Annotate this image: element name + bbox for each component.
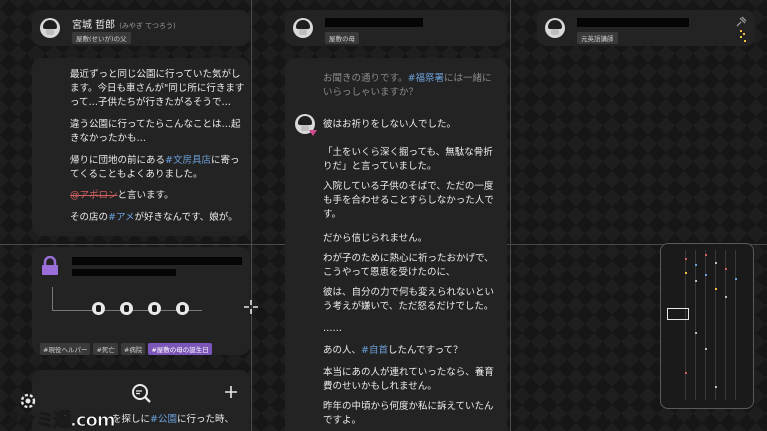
message-text: 彼は、自分の力で何も変えられないという考えが嫌いで、ただ怒るだけでした。 <box>323 287 495 312</box>
redacted-subtitle <box>72 269 176 276</box>
minimap-marker <box>695 280 697 282</box>
redacted-name <box>325 18 423 27</box>
message-text: 違う公園に行ってたらこんなことは…起きなかったかも… <box>70 119 241 144</box>
tag-list: #現役ヘルパー #死亡 #病院 #屋敷の母の誕生日 <box>40 337 215 356</box>
code-dial[interactable] <box>176 302 189 315</box>
minimap-marker <box>705 348 707 350</box>
keyword-link[interactable]: #アメ <box>108 212 135 223</box>
character-card-mother[interactable]: 屋敷の母 <box>285 10 507 46</box>
minimap-marker <box>715 386 717 388</box>
minimap-marker <box>715 288 717 290</box>
message-text: その店の#アメが好きなんです、娘が。 <box>70 212 238 223</box>
crosshair-cursor-icon <box>244 300 258 314</box>
message-text: 本当にあの人が連れていったなら、養育費のせいかもしれません。 <box>323 367 494 392</box>
redacted-title <box>72 257 242 265</box>
minimap-track <box>695 250 696 400</box>
message-text: @アポロンと言います。 <box>70 190 174 201</box>
message-card-mother[interactable]: お聞きの通りです。#福祭署には一緒にいらっしゃいますか？ 彼はお祈りをしない人で… <box>285 58 507 431</box>
minimap-marker <box>695 264 697 266</box>
minimap[interactable] <box>660 243 754 409</box>
minimap-marker <box>685 258 687 260</box>
character-role: 元英語講師 <box>577 32 618 44</box>
search-icon[interactable] <box>130 382 152 404</box>
redacted-name <box>577 18 689 27</box>
message-text: 昨年の中頃から何度か私に訴えていたんですよ。 <box>323 401 494 426</box>
tag[interactable]: #死亡 <box>93 343 118 355</box>
message-text: 「土をいくら深く掘っても、無駄な骨折りだ」と言っていました。 <box>323 147 493 172</box>
lock-icon <box>42 256 58 275</box>
code-dial[interactable] <box>120 302 133 315</box>
avatar <box>293 18 313 38</box>
message-text: 帰りに団地の前にある#文房具店に寄ってくることもよくありました。 <box>70 155 240 180</box>
character-card-miyagi[interactable]: 宮城 哲郎 (みやぎ てつろう) 屋敷(せいが)の父 <box>32 10 250 46</box>
minimap-marker <box>725 268 727 270</box>
locked-card[interactable]: #現役ヘルパー #死亡 #病院 #屋敷の母の誕生日 <box>32 247 250 355</box>
minimap-track <box>715 250 716 400</box>
new-indicator-icon <box>740 30 746 42</box>
minimap-marker <box>735 278 737 280</box>
character-card-teacher[interactable]: 元英語講師 <box>537 10 755 46</box>
minimap-marker <box>685 372 687 374</box>
message-text: あの人、#自首したんですって？ <box>323 345 463 356</box>
minimap-viewport[interactable] <box>667 308 689 320</box>
tag[interactable]: #現役ヘルパー <box>40 343 91 355</box>
avatar <box>40 18 60 38</box>
minimap-marker <box>705 254 707 256</box>
message-text: …… <box>323 323 342 334</box>
minimap-marker <box>715 262 717 264</box>
minimap-marker <box>705 274 707 276</box>
search-prompt: を探しに#公園に行った時、 <box>112 414 234 425</box>
character-role: 屋敷(せいが)の父 <box>72 32 131 44</box>
keyword-link[interactable]: #公園 <box>150 414 177 425</box>
connector-line <box>510 0 511 431</box>
character-role: 屋敷の母 <box>325 32 359 44</box>
keyword-link[interactable]: #福祭署 <box>408 73 444 84</box>
minimap-marker <box>725 296 727 298</box>
character-name: 宮城 哲郎 (みやぎ てつろう) <box>72 20 176 31</box>
message-text: 最近ずっと同じ公園に行っていた気がします。今日も車さんが"同じ所に行きますって…… <box>70 69 245 108</box>
avatar <box>545 18 565 38</box>
speaker-marker-icon <box>309 130 317 136</box>
connector-line <box>251 0 252 431</box>
tag[interactable]: #病院 <box>120 343 146 355</box>
timeline-track <box>52 287 53 311</box>
message-text: わが子のために熱心に祈ったおかげで、こうやって恩恵を受けたのに、 <box>323 253 494 278</box>
message-text: 彼はお祈りをしない人でした。 <box>323 119 457 130</box>
tag[interactable]: #屋敷の母の誕生日 <box>148 343 212 355</box>
minimap-track <box>725 250 726 400</box>
keyword-link[interactable]: #文房具店 <box>165 155 211 166</box>
watermark-logo: ファミ通.com <box>2 410 117 431</box>
message-card-miyagi[interactable]: 最近ずっと同じ公園に行っていた気がします。今日も車さんが"同じ所に行きますって…… <box>32 58 250 236</box>
message-text: 入院している子供のそばで、ただの一度も手を合わせることすらしなかった人です。 <box>323 181 494 220</box>
minimap-marker <box>695 332 697 334</box>
code-dial[interactable] <box>92 302 105 315</box>
quoted-question: お聞きの通りです。#福祭署には一緒にいらっしゃいますか？ <box>323 73 492 98</box>
message-text: だから信じられません。 <box>323 233 428 244</box>
keyword-link[interactable]: @アポロン <box>70 190 118 201</box>
add-icon[interactable] <box>225 386 237 398</box>
minimap-track <box>705 250 706 400</box>
code-dial[interactable] <box>148 302 161 315</box>
minimap-track <box>735 250 736 400</box>
minimap-marker <box>685 272 687 274</box>
pin-icon[interactable] <box>735 16 747 28</box>
keyword-link[interactable]: #自首 <box>361 345 388 356</box>
